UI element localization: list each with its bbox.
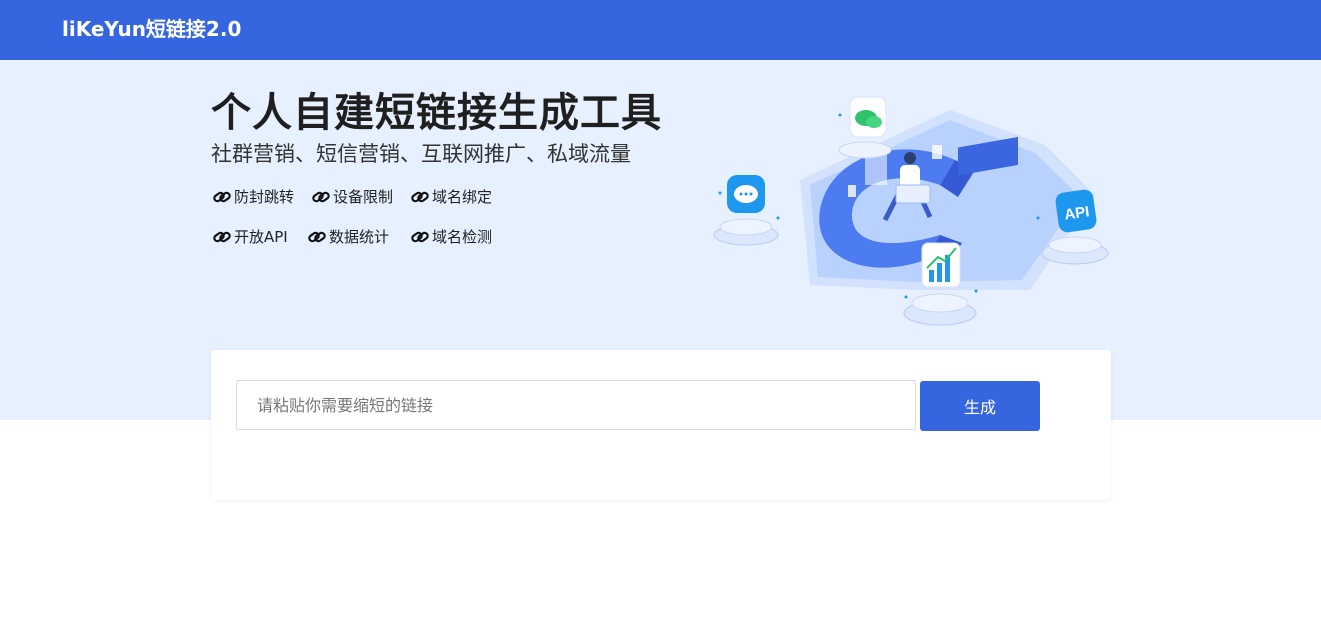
feature-anti-block: 防封跳转: [212, 186, 294, 208]
link-icon: [411, 191, 429, 203]
link-icon: [308, 231, 326, 243]
shorten-form-card: 生成: [211, 350, 1111, 500]
feature-domain-binding: 域名绑定: [410, 186, 492, 208]
url-input[interactable]: [236, 380, 916, 430]
link-icon: [213, 231, 231, 243]
feature-label: 防封跳转: [234, 188, 295, 206]
feature-label: 域名检测: [432, 228, 493, 246]
page-title: 个人自建短链接生成工具: [211, 90, 662, 136]
link-icon: [411, 231, 429, 243]
feature-domain-check: 域名检测: [410, 226, 492, 248]
generate-button[interactable]: 生成: [920, 381, 1040, 431]
feature-device-limit: 设备限制: [311, 186, 393, 208]
feature-label: 域名绑定: [432, 188, 493, 206]
chat-bubble-icon: [713, 175, 779, 246]
feature-label: 开放API: [234, 228, 288, 246]
page-subtitle: 社群营销、短信营销、互联网推广、私域流量: [211, 142, 631, 166]
feature-label: 设备限制: [333, 188, 394, 206]
top-navbar: liKeYun短链接2.0: [0, 0, 1321, 60]
brand-logo[interactable]: liKeYun短链接2.0: [62, 15, 241, 43]
api-badge-label: API: [1063, 203, 1090, 223]
link-icon: [312, 191, 330, 203]
wechat-icon: [838, 96, 892, 159]
hero-illustration: API: [713, 96, 1109, 326]
feature-statistics: 数据统计: [307, 226, 389, 248]
link-icon: [213, 191, 231, 203]
feature-open-api: 开放API: [212, 226, 288, 248]
feature-label: 数据统计: [329, 228, 390, 246]
